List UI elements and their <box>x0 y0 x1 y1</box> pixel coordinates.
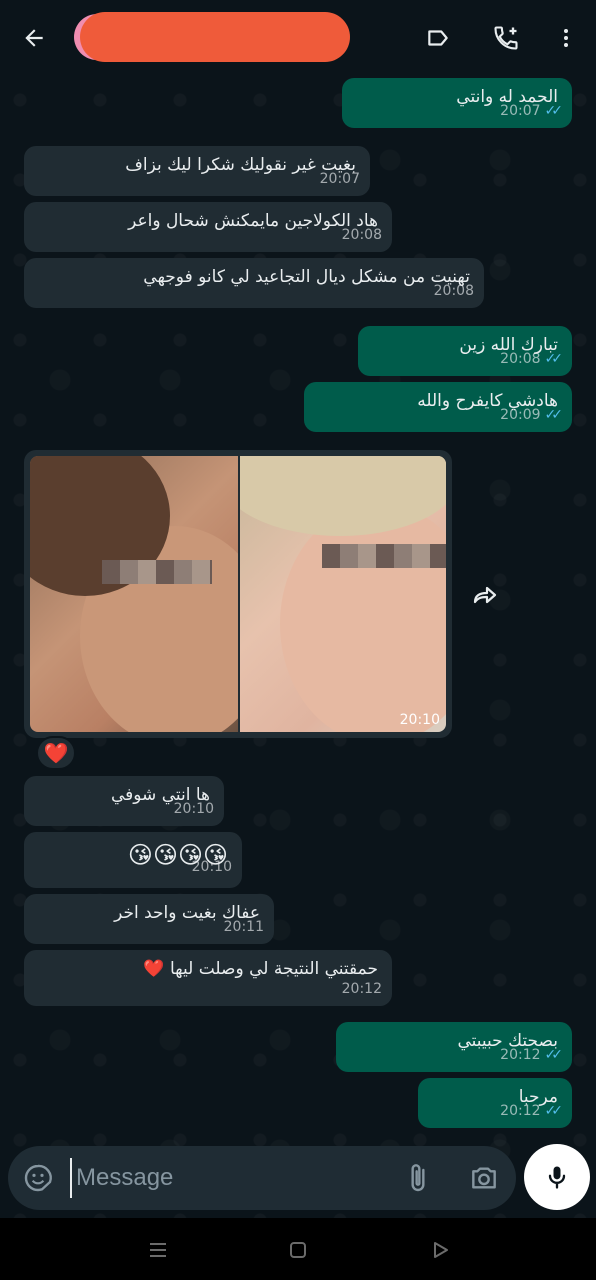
heart-icon: ❤️ <box>43 741 69 765</box>
message-outgoing[interactable]: تبارك الله زين 20:08 ✓✓ <box>358 326 572 376</box>
message-input[interactable] <box>70 1158 390 1198</box>
message-time: 20:11 <box>223 919 264 935</box>
message-time: 20:10 <box>173 801 214 817</box>
back-button[interactable] <box>18 22 50 54</box>
message-time: 20:12 <box>500 1047 541 1063</box>
pixelated-eyes <box>322 544 446 568</box>
menu-lines-icon <box>150 1243 166 1257</box>
forward-button[interactable] <box>466 576 506 616</box>
message-composer <box>8 1146 516 1210</box>
message-time: 20:12 <box>341 981 382 997</box>
system-nav-bar <box>0 1218 596 1280</box>
back-triangle-icon <box>434 1242 448 1258</box>
reaction-badge[interactable]: ❤️ <box>36 736 76 770</box>
message-meta: 20:07 ✓✓ <box>500 100 564 122</box>
message-meta: 20:08 ✓✓ <box>500 348 564 370</box>
message-text: هاد الكولاجين مايمكنش شحال واعر <box>128 211 378 231</box>
message-time: 20:10 <box>191 859 232 875</box>
label-button[interactable] <box>422 22 454 54</box>
message-incoming[interactable]: حمقتني النتيجة لي وصلت ليها ❤️ 20:12 <box>24 950 392 1006</box>
more-vert-icon <box>564 29 568 47</box>
message-meta: 20:10 <box>192 852 232 882</box>
add-call-button[interactable] <box>490 22 522 54</box>
read-ticks-icon: ✓✓ <box>544 1047 564 1063</box>
home-button[interactable] <box>284 1236 312 1264</box>
recents-button[interactable] <box>144 1236 172 1264</box>
message-incoming[interactable]: بغيت غير نقوليك شكرا ليك بزاف 20:07 <box>24 146 370 196</box>
message-time: 20:07 <box>500 103 541 119</box>
add-call-icon <box>494 26 518 50</box>
paperclip-icon <box>411 1164 425 1192</box>
back-nav-button[interactable] <box>426 1236 454 1264</box>
message-meta: 20:10 <box>174 798 214 820</box>
message-meta: 20:07 <box>320 168 360 190</box>
read-ticks-icon: ✓✓ <box>544 103 564 119</box>
message-time: 20:12 <box>500 1103 541 1119</box>
message-incoming[interactable]: عفاك بغيت واحد اخر 20:11 <box>24 894 274 944</box>
message-outgoing[interactable]: الحمد له وانتي 20:07 ✓✓ <box>342 78 572 128</box>
read-ticks-icon: ✓✓ <box>544 351 564 367</box>
forward-icon <box>473 586 497 604</box>
message-incoming[interactable]: ها انتي شوفي 20:10 <box>24 776 224 826</box>
message-time: 20:08 <box>341 227 382 243</box>
message-meta: 20:09 ✓✓ <box>500 404 564 426</box>
message-time: 20:08 <box>500 351 541 367</box>
sticker-button[interactable] <box>22 1162 54 1194</box>
message-incoming[interactable]: هاد الكولاجين مايمكنش شحال واعر 20:08 <box>24 202 392 252</box>
message-meta: 20:12 ✓✓ <box>500 1100 564 1122</box>
face-shape <box>280 504 446 732</box>
message-time: 20:08 <box>433 283 474 299</box>
arrow-left-icon <box>25 29 43 47</box>
message-time: 20:07 <box>319 171 360 187</box>
sticker-icon <box>24 1164 52 1192</box>
message-outgoing[interactable]: هادشي كايفرح والله 20:09 ✓✓ <box>304 382 572 432</box>
message-time: 20:10 <box>399 712 440 728</box>
microphone-icon <box>548 1166 566 1189</box>
redacted-contact-name[interactable] <box>80 12 350 62</box>
read-ticks-icon: ✓✓ <box>544 1103 564 1119</box>
message-incoming[interactable]: تهنيت من مشكل ديال التجاعيد لي كانو فوجه… <box>24 258 484 308</box>
read-ticks-icon: ✓✓ <box>544 407 564 423</box>
more-options-button[interactable] <box>550 22 582 54</box>
message-outgoing[interactable]: مرحبا 20:12 ✓✓ <box>418 1078 572 1128</box>
message-outgoing[interactable]: بصحتك حبيبتي 20:12 ✓✓ <box>336 1022 572 1072</box>
label-icon <box>428 30 448 46</box>
message-meta: 20:12 ✓✓ <box>500 1044 564 1066</box>
message-meta: 20:08 <box>342 224 382 246</box>
message-time: 20:09 <box>500 407 541 423</box>
message-text: بغيت غير نقوليك شكرا ليك بزاف <box>125 155 356 175</box>
image-message[interactable]: 20:10 <box>24 450 452 738</box>
voice-message-button[interactable] <box>524 1144 590 1210</box>
message-incoming[interactable]: 😘😘😘😘 20:10 <box>24 832 242 888</box>
message-meta: 20:08 <box>434 280 474 302</box>
camera-button[interactable] <box>468 1162 500 1194</box>
chat-header <box>0 0 596 76</box>
message-meta: 20:12 <box>342 978 382 1000</box>
pixelated-eyes <box>102 560 212 584</box>
message-text: تهنيت من مشكل ديال التجاعيد لي كانو فوجه… <box>143 267 470 287</box>
home-square-icon <box>290 1242 306 1258</box>
camera-icon <box>472 1167 496 1189</box>
message-meta: 20:11 <box>224 916 264 938</box>
message-text: حمقتني النتيجة لي وصلت ليها ❤️ <box>143 959 378 979</box>
photo-after[interactable] <box>240 456 446 732</box>
photo-before[interactable] <box>30 456 238 732</box>
attach-button[interactable] <box>402 1162 434 1194</box>
